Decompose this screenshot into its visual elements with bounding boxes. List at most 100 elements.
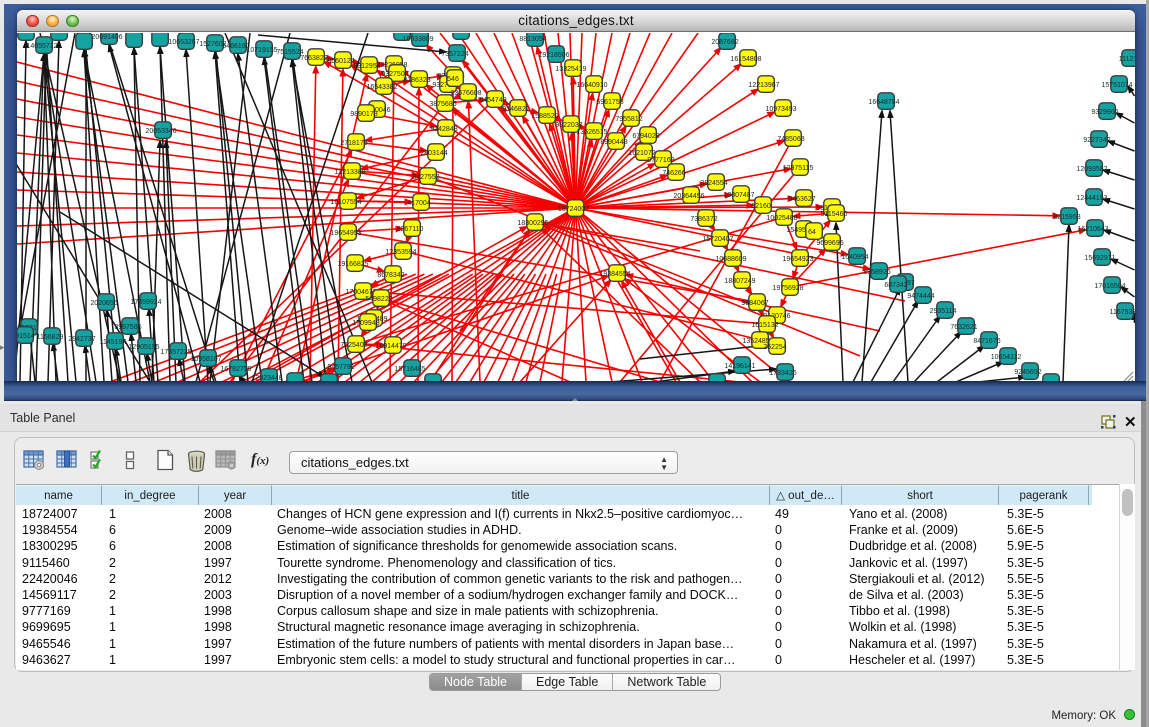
svg-text:7485063: 7485063	[777, 136, 804, 143]
svg-text:9115460: 9115460	[821, 211, 848, 218]
svg-text:8813054: 8813054	[519, 36, 546, 43]
svg-text:1709948: 1709948	[352, 320, 379, 327]
svg-text:64: 64	[808, 229, 816, 236]
svg-text:10958107: 10958107	[190, 356, 221, 363]
svg-text:16640910: 16640910	[576, 82, 607, 89]
svg-text:62160: 62160	[751, 203, 771, 210]
svg-text:2087682: 2087682	[711, 39, 738, 46]
svg-text:14055712: 14055712	[26, 43, 57, 50]
svg-text:19384554: 19384554	[599, 271, 630, 278]
svg-text:19218506: 19218506	[538, 52, 569, 59]
svg-text:16210643: 16210643	[1077, 226, 1108, 233]
svg-text:12093582: 12093582	[1076, 166, 1107, 173]
svg-text:16914479: 16914479	[375, 343, 406, 350]
svg-text:9684067: 9684067	[741, 300, 768, 307]
svg-text:8427552: 8427552	[412, 174, 439, 181]
svg-text:8678342: 8678342	[377, 272, 404, 279]
svg-text:13626515: 13626515	[576, 129, 607, 136]
svg-text:1640954: 1640954	[841, 254, 868, 261]
svg-text:9242848: 9242848	[430, 126, 457, 133]
svg-text:8660124: 8660124	[327, 58, 354, 65]
svg-text:10688609: 10688609	[715, 256, 746, 263]
svg-text:2718176: 2718176	[340, 140, 367, 147]
svg-text:2935114: 2935114	[930, 308, 957, 315]
svg-text:6794028: 6794028	[632, 133, 659, 140]
svg-text:23676608: 23676608	[450, 90, 481, 97]
svg-text:10025488: 10025488	[766, 215, 797, 222]
svg-text:2803144: 2803144	[420, 150, 447, 157]
svg-text:14196141: 14196141	[724, 363, 755, 370]
svg-text:9822037: 9822037	[555, 122, 582, 129]
svg-text:12213389: 12213389	[334, 169, 365, 176]
svg-text:1733426: 1733426	[769, 370, 796, 377]
svg-text:9699695: 9699695	[816, 240, 843, 247]
svg-text:15692971: 15692971	[1084, 255, 1115, 262]
svg-text:18807249: 18807249	[724, 278, 755, 285]
svg-text:5498222: 5498222	[365, 296, 392, 303]
svg-text:1588520: 1588520	[531, 113, 558, 120]
svg-text:7357224: 7357224	[441, 51, 468, 58]
svg-text:18107554: 18107554	[330, 199, 361, 206]
svg-text:17004676: 17004676	[345, 289, 376, 296]
svg-text:20691406: 20691406	[91, 34, 122, 41]
svg-text:8267110: 8267110	[397, 226, 424, 233]
svg-text:13325419: 13325419	[555, 66, 586, 73]
svg-text:10653267: 10653267	[168, 39, 199, 46]
svg-text:1615132: 1615132	[751, 322, 778, 329]
svg-text:8215953: 8215953	[1053, 214, 1080, 221]
svg-text:10654112: 10654112	[991, 354, 1022, 361]
svg-text:7386372: 7386372	[690, 216, 717, 223]
svg-text:20364456: 20364456	[673, 193, 704, 200]
svg-text:15720407: 15720407	[702, 236, 733, 243]
svg-text:11123: 11123	[1119, 56, 1135, 63]
svg-text:12444193: 12444193	[1076, 195, 1107, 202]
svg-text:12213967: 12213967	[748, 82, 779, 89]
svg-text:1167533: 1167533	[1110, 309, 1135, 316]
svg-text:19654923: 19654923	[782, 256, 813, 263]
svg-text:15716485: 15716485	[394, 366, 425, 373]
svg-text:15751074: 15751074	[1101, 82, 1132, 89]
svg-text:2020656: 2020656	[90, 300, 117, 307]
svg-text:7632621: 7632621	[950, 324, 977, 331]
svg-text:7955812: 7955812	[615, 116, 642, 123]
svg-text:8186323: 8186323	[403, 77, 430, 84]
svg-text:17359924: 17359924	[130, 299, 161, 306]
svg-text:3824554: 3824554	[700, 180, 727, 187]
svg-text:8990448: 8990448	[600, 139, 627, 146]
svg-text:687342: 687342	[884, 282, 907, 289]
svg-text:8471676: 8471676	[973, 338, 1000, 345]
svg-text:10807487: 10807487	[723, 192, 754, 199]
svg-text:16648784: 16648784	[868, 99, 899, 106]
svg-text:3997586: 3997586	[114, 324, 141, 331]
svg-text:746266: 746266	[662, 170, 685, 177]
svg-text:546: 546	[447, 76, 459, 83]
svg-text:9227342: 9227342	[1083, 137, 1110, 144]
svg-text:252254: 252254	[763, 344, 786, 351]
svg-text:12353594: 12353594	[385, 249, 416, 256]
svg-text:18724007: 18724007	[558, 206, 589, 213]
svg-text:19654953: 19654953	[330, 230, 361, 237]
svg-text:9146821: 9146821	[502, 106, 529, 113]
svg-text:10719155: 10719155	[246, 47, 277, 54]
svg-text:417004: 417004	[407, 200, 430, 207]
svg-text:9463627: 9463627	[788, 196, 815, 203]
svg-text:9457791: 9457791	[327, 364, 354, 371]
svg-text:17357225: 17357225	[160, 349, 191, 356]
svg-text:1621072: 1621072	[628, 150, 655, 157]
svg-text:16033809: 16033809	[402, 36, 433, 43]
svg-text:9329966: 9329966	[1091, 109, 1118, 116]
svg-text:1145194: 1145194	[100, 339, 127, 346]
svg-text:12905155: 12905155	[128, 344, 159, 351]
svg-text:20053346: 20053346	[145, 128, 176, 135]
svg-text:16154808: 16154808	[730, 56, 761, 63]
svg-text:18300295: 18300295	[517, 220, 548, 227]
svg-text:8958926: 8958926	[863, 269, 890, 276]
svg-text:1156829: 1156829	[37, 334, 64, 341]
svg-text:17016504: 17016504	[1094, 283, 1125, 290]
svg-text:19166825: 19166825	[337, 261, 368, 268]
svg-text:10973493: 10973493	[765, 106, 796, 113]
svg-text:2942737: 2942737	[68, 336, 95, 343]
svg-text:391514: 391514	[17, 333, 35, 340]
svg-text:6961758: 6961758	[596, 99, 623, 106]
svg-text:3875685: 3875685	[429, 101, 456, 108]
